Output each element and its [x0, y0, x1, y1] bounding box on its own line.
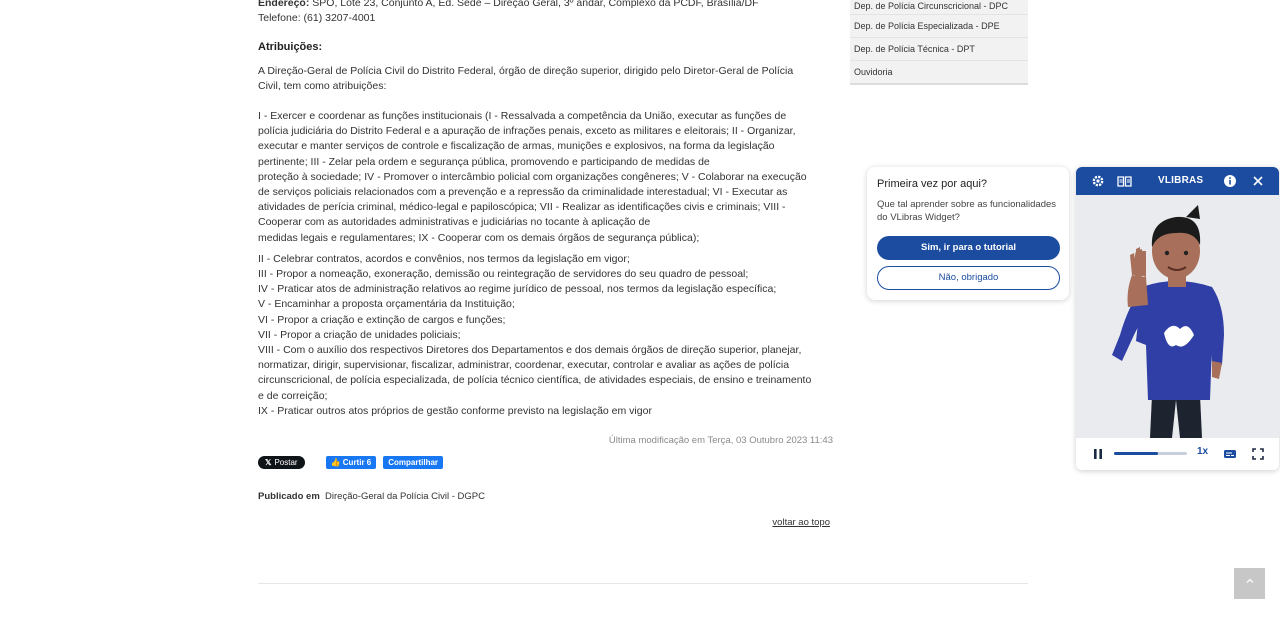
- subtitles-icon[interactable]: [1223, 447, 1237, 461]
- vlibras-tutorial-popup: Primeira vez por aqui? Que tal aprender …: [867, 167, 1069, 300]
- vlibras-widget: VLIBRAS 1x: [1076, 167, 1279, 470]
- tutorial-no-button[interactable]: Não, obrigado: [877, 266, 1060, 290]
- vlibras-progress-fill: [1114, 452, 1158, 455]
- vlibras-header: VLIBRAS: [1076, 167, 1279, 195]
- facebook-like-label: Curtir 6: [342, 457, 372, 467]
- published-label: Publicado em: [258, 491, 320, 502]
- tutorial-yes-button[interactable]: Sim, ir para o tutorial: [877, 236, 1060, 260]
- back-to-top-link[interactable]: voltar ao topo: [772, 517, 830, 528]
- popup-text: Que tal aprender sobre as funcionalidade…: [877, 199, 1057, 223]
- vlibras-avatar: [1076, 195, 1279, 438]
- facebook-like-button[interactable]: 👍 Curtir 6: [325, 455, 377, 469]
- x-post-label: Postar: [274, 457, 298, 467]
- x-post-button[interactable]: 𝕏 Postar: [258, 455, 305, 469]
- footer-divider: [258, 583, 1028, 584]
- info-icon[interactable]: [1223, 174, 1237, 188]
- popup-title: Primeira vez por aqui?: [877, 178, 988, 190]
- x-logo-icon: 𝕏: [265, 457, 272, 467]
- gear-icon[interactable]: [1091, 174, 1105, 188]
- vlibras-progress-bar[interactable]: [1114, 452, 1187, 455]
- sidebar-item-dpc[interactable]: Dep. de Polícia Circunscricional - DPC: [850, 0, 1028, 15]
- facebook-share-button[interactable]: Compartilhar: [383, 455, 444, 469]
- sidebar-item-ouvidoria[interactable]: Ouvidoria: [850, 61, 1028, 83]
- book-icon[interactable]: [1117, 174, 1132, 188]
- sidebar-menu: Dep. de Polícia Circunscricional - DPC D…: [850, 0, 1028, 85]
- vlibras-title: VLIBRAS: [1158, 175, 1204, 186]
- sign-language-avatar: [1112, 205, 1224, 438]
- vlibras-controls: 1x: [1076, 438, 1279, 470]
- chevron-up-icon: [1245, 577, 1255, 589]
- thumbs-up-icon: 👍: [330, 457, 341, 467]
- speed-button[interactable]: 1x: [1197, 446, 1208, 457]
- sidebar-item-dpe[interactable]: Dep. de Polícia Especializada - DPE: [850, 15, 1028, 38]
- published-category-link[interactable]: Direção-Geral da Polícia Civil - DGPC: [325, 491, 485, 502]
- published-in: Publicado em Direção-Geral da Polícia Ci…: [258, 491, 485, 502]
- close-icon[interactable]: [1251, 174, 1265, 188]
- pause-icon[interactable]: [1091, 447, 1105, 461]
- social-buttons: 𝕏 Postar 👍 Curtir 6 Compartilhar: [258, 455, 444, 469]
- scroll-to-top-button[interactable]: [1234, 568, 1265, 599]
- fullscreen-icon[interactable]: [1251, 447, 1265, 461]
- article-footer: 𝕏 Postar 👍 Curtir 6 Compartilhar Publica…: [258, 0, 833, 629]
- sidebar-item-dpt[interactable]: Dep. de Polícia Técnica - DPT: [850, 38, 1028, 61]
